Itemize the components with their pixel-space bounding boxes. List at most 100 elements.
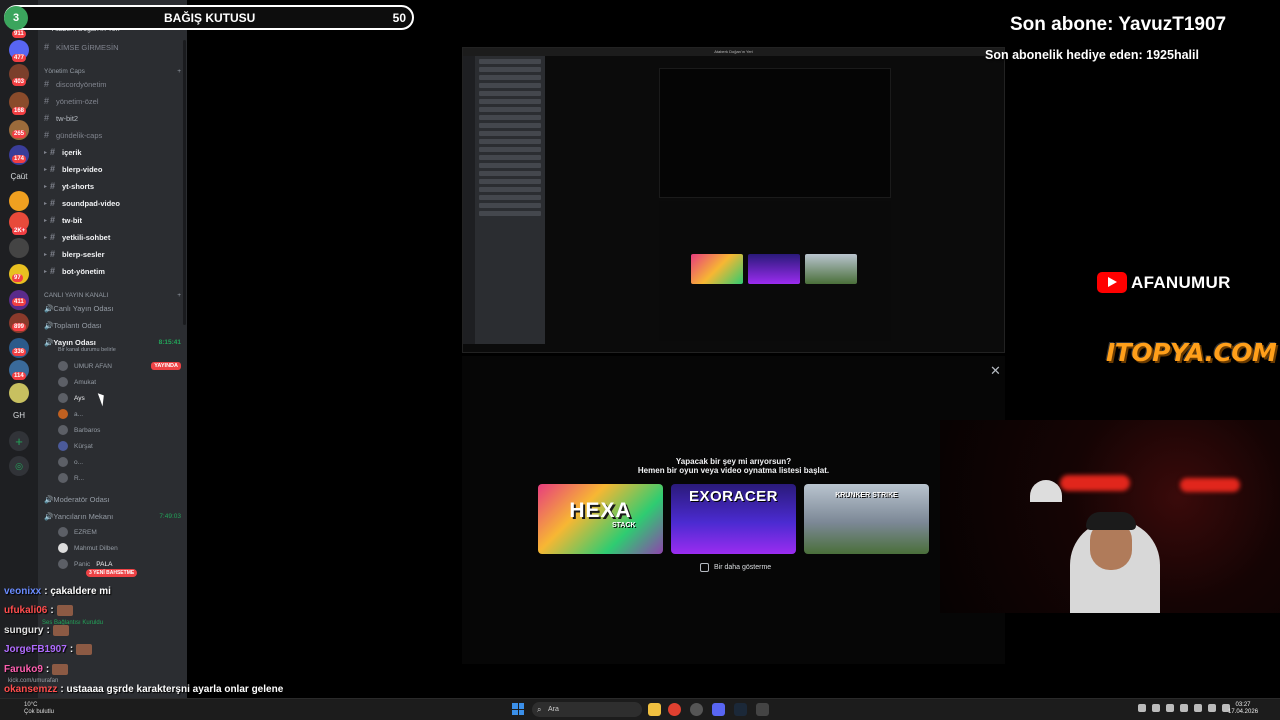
avatar xyxy=(58,473,68,483)
tray-icon[interactable] xyxy=(1152,704,1160,712)
stream-screen: ◉ 911 477 403 168 265 174 Çaüt 2K+ 97 41… xyxy=(0,0,1280,720)
server-icon[interactable] xyxy=(9,238,29,258)
chat-username: JorgeFB1907 xyxy=(4,644,67,655)
channel-label: tw-bit2 xyxy=(56,113,79,123)
last-subscriber: Son abone: YavuzT1907 xyxy=(1010,14,1227,35)
voice-user[interactable]: a... xyxy=(58,406,181,422)
windows-start-icon[interactable] xyxy=(512,703,524,715)
channel-label: soundpad-video xyxy=(62,198,120,208)
last-gift-subscriber: Son abonelik hediye eden: 1925halil xyxy=(985,48,1199,62)
sponsor-logo: ITOPYA.COM xyxy=(1106,338,1277,367)
obs-icon[interactable] xyxy=(690,703,703,716)
voice-timer: 7:49:03 xyxy=(159,512,181,520)
avatar xyxy=(58,425,68,435)
app-icon[interactable] xyxy=(756,703,769,716)
chat-username: sungury xyxy=(4,625,44,636)
game-card-exoracer[interactable]: EXORACER xyxy=(671,484,796,554)
donation-goal: 50 xyxy=(392,10,406,25)
rail-label[interactable]: GH xyxy=(0,411,38,420)
voice-label: Canlı Yayın Odası xyxy=(53,303,114,313)
voice-user[interactable]: Ays xyxy=(58,390,181,406)
user-name: R... xyxy=(74,474,85,482)
tray-icon[interactable] xyxy=(1166,704,1174,712)
voice-user[interactable]: Mahmut Dilben xyxy=(58,540,181,556)
chat-message: Faruko9: xyxy=(4,664,69,675)
channel-status[interactable]: Bir kanal durumu belirle xyxy=(58,345,181,355)
category-label: CANLI YAYIN KANALI xyxy=(44,291,109,299)
channel-item[interactable]: # tw-bit2 xyxy=(44,110,181,126)
preview-titlebar: Ataberk Doğan'ın Yeri xyxy=(463,48,1004,56)
channel-item[interactable]: ▸ # bot-yönetim xyxy=(44,263,181,279)
activity-question: Yapacak bir şey mi arıyorsun? xyxy=(675,457,792,466)
weather-temp: 10°C xyxy=(24,702,38,708)
tray-icon[interactable] xyxy=(1194,704,1202,712)
channel-item[interactable]: # KİMSE GİRMESİN xyxy=(44,39,181,55)
search-label: Ara xyxy=(548,706,559,713)
channel-item[interactable]: ▸ # içerik xyxy=(44,144,181,160)
channel-item[interactable]: ▸ # blerp-sesler xyxy=(44,246,181,262)
dont-show-again-checkbox[interactable]: Bir daha gösterme xyxy=(700,563,771,572)
donation-count: 3 xyxy=(4,5,28,30)
steam-icon[interactable] xyxy=(734,703,747,716)
avatar xyxy=(58,377,68,387)
tray-icon[interactable] xyxy=(1208,704,1216,712)
hash-icon: # xyxy=(44,96,50,106)
hash-icon: # xyxy=(44,113,50,123)
voice-channel[interactable]: 🔊 Toplantı Odası xyxy=(44,317,181,333)
checkbox-box[interactable] xyxy=(700,563,709,572)
tray-icon[interactable] xyxy=(1180,704,1188,712)
user-name: Kürşat xyxy=(74,442,93,450)
voice-channel[interactable]: 🔊 Yancıların Mekanı 7:49:03 xyxy=(44,508,181,524)
scrollbar[interactable] xyxy=(183,40,186,325)
file-explorer-icon[interactable] xyxy=(648,703,661,716)
chrome-icon[interactable] xyxy=(668,703,681,716)
close-icon[interactable]: ✕ xyxy=(990,363,1001,379)
voice-user[interactable]: EZREM xyxy=(58,524,181,540)
voice-channel[interactable]: 🔊 Moderatör Odası xyxy=(44,491,181,507)
discord-icon[interactable] xyxy=(712,703,725,716)
explore-icon[interactable]: ◎ xyxy=(9,456,29,476)
voice-channel[interactable]: 🔊 Canlı Yayın Odası xyxy=(44,300,181,316)
tray-icon[interactable] xyxy=(1138,704,1146,712)
game-card-krunker[interactable]: KRUNKER STRIKE xyxy=(804,484,929,554)
voice-user[interactable]: UMUR AFAN YAYINDA xyxy=(58,358,181,374)
channel-item[interactable]: ▸ # tw-bit xyxy=(44,212,181,228)
voice-user[interactable]: o... xyxy=(58,454,181,470)
hash-icon: # xyxy=(50,164,56,174)
preview-channel-list xyxy=(475,56,545,344)
avatar xyxy=(58,441,68,451)
add-channel-icon[interactable]: + xyxy=(177,68,181,75)
game-subtitle: STACK xyxy=(612,522,636,529)
channel-item[interactable]: ▸ # yt-shorts xyxy=(44,178,181,194)
voice-user[interactable]: Kürşat xyxy=(58,438,181,454)
avatar xyxy=(58,393,68,403)
lamp xyxy=(1030,480,1062,502)
server-icon[interactable] xyxy=(9,191,29,211)
mention-badge[interactable]: 3 YENİ BAHSETME xyxy=(86,569,138,577)
rail-badge: 336 xyxy=(12,348,27,356)
rail-badge: 2K+ xyxy=(12,227,28,235)
server-icon[interactable] xyxy=(9,383,29,403)
taskbar-clock[interactable]: 03:27 17.04.2026 xyxy=(1228,702,1258,716)
channel-item[interactable]: ▸ # yetkili-sohbet xyxy=(44,229,181,245)
add-channel-icon[interactable]: + xyxy=(177,292,181,299)
add-server-icon[interactable]: + xyxy=(9,431,29,451)
channel-item[interactable]: # yönetim-özel xyxy=(44,93,181,109)
channel-item[interactable]: ▸ # soundpad-video xyxy=(44,195,181,211)
channel-item[interactable]: # gündelik-caps xyxy=(44,127,181,143)
voice-user[interactable]: R... xyxy=(58,470,181,486)
voice-user[interactable]: Barbaros xyxy=(58,422,181,438)
channel-item[interactable]: # discordyönetim xyxy=(44,76,181,92)
chat-username: Faruko9 xyxy=(4,664,43,675)
user-name: o... xyxy=(74,458,84,466)
game-card-hexa[interactable]: HEXA STACK xyxy=(538,484,663,554)
avatar xyxy=(58,527,68,537)
voice-label: Yancıların Mekanı xyxy=(53,511,114,521)
voice-user[interactable]: Amukat xyxy=(58,374,181,390)
system-tray[interactable] xyxy=(1138,704,1230,712)
taskbar-search[interactable]: ⌕ Ara xyxy=(532,702,642,717)
weather-widget[interactable]: 10°C Çok bulutlu xyxy=(24,702,54,716)
chat-text: : xyxy=(50,605,54,616)
chat-username: okansemzz xyxy=(4,684,58,695)
channel-item[interactable]: ▸ # blerp-video xyxy=(44,161,181,177)
